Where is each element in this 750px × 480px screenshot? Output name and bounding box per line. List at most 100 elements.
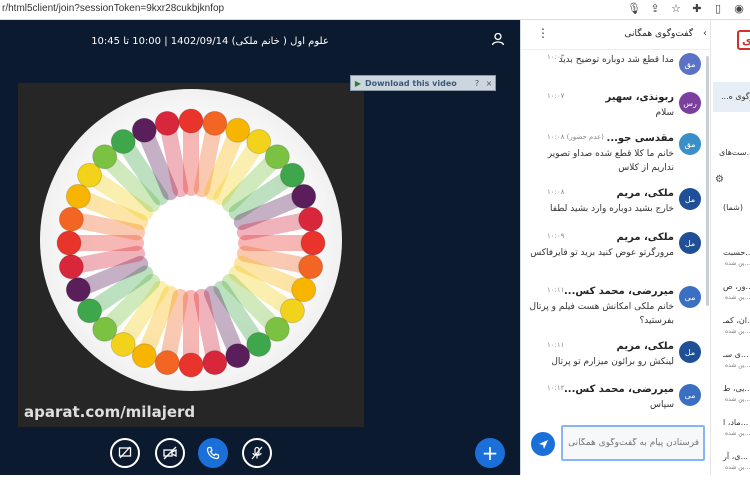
share-icon[interactable]: ⇪ bbox=[648, 2, 662, 15]
message-body: مدا قطع شد دوباره توضیح بدید bbox=[558, 55, 674, 65]
users-toggle-icon[interactable] bbox=[488, 32, 508, 52]
user-list-item-status: ...ین شده bbox=[725, 362, 750, 369]
candy bbox=[178, 352, 204, 378]
user-list-item-status: ...ین شده bbox=[725, 260, 750, 267]
url-text[interactable]: r/html5client/join?sessionToken=9kxr28cu… bbox=[2, 3, 224, 14]
chat-scrollbar[interactable] bbox=[706, 56, 709, 306]
mic-icon[interactable]: 🎙 bbox=[627, 2, 641, 15]
user-list-item-status: ...ین شده bbox=[725, 464, 750, 471]
video-player[interactable]: aparat.com/milajerd bbox=[18, 83, 364, 427]
app-logo: ی bbox=[737, 30, 750, 50]
avatar: مل bbox=[679, 341, 701, 363]
video-watermark: aparat.com/milajerd bbox=[24, 403, 196, 421]
avatar: رس bbox=[679, 92, 701, 114]
candy bbox=[131, 343, 157, 369]
candy bbox=[225, 343, 251, 369]
message-body: خارج بشید دوباره وارد بشید لطفا bbox=[550, 204, 674, 214]
help-icon[interactable]: ? bbox=[471, 79, 483, 88]
sidebar-item-notes-label[interactable]: ...ست‌های bbox=[719, 148, 750, 157]
user-list-item-status: ...ین شده bbox=[725, 430, 750, 437]
message-time: ۱۰:۰۸ bbox=[547, 188, 565, 196]
user-list-item[interactable]: ...ی سـ bbox=[723, 350, 748, 359]
message-sender: ملکی، مریم bbox=[616, 188, 675, 199]
screen-share-icon bbox=[118, 446, 132, 459]
candy bbox=[131, 117, 157, 143]
message-time: ۱۰:۱۲ bbox=[547, 384, 565, 392]
browser-toolbar: 🎙 ⇪ ☆ ✚ ▯ ◉ bbox=[627, 2, 746, 15]
candy bbox=[298, 206, 324, 232]
mic-off-button[interactable] bbox=[242, 438, 272, 468]
candy bbox=[110, 129, 136, 155]
message-body: مرورگرتو عوض کنید برید تو فایرفاکس bbox=[530, 248, 674, 258]
sidebar-item-public-chat-label: گفت‌وگوی ه... bbox=[721, 92, 750, 101]
download-video-bar[interactable]: ▶ Download this video ? × bbox=[350, 75, 496, 91]
user-list-item[interactable]: ...ماد، ا bbox=[723, 418, 748, 427]
candy bbox=[56, 230, 82, 256]
avatar: مل bbox=[679, 188, 701, 210]
avatar: مل bbox=[679, 232, 701, 254]
mic-off-icon bbox=[251, 446, 263, 460]
download-video-link[interactable]: Download this video bbox=[365, 79, 471, 88]
candy bbox=[291, 183, 317, 209]
user-list-item[interactable]: ...ی، آر bbox=[723, 452, 748, 461]
message-sender: میررضی، محمد کس... bbox=[563, 286, 674, 297]
presentation-area: علوم اول ( خانم ملکی) 1402/09/14 | 10:00… bbox=[0, 20, 520, 475]
user-list-item[interactable]: ...ور، ص bbox=[723, 282, 750, 291]
message-time: ۱۰:۱۱ bbox=[547, 341, 565, 349]
profile-icon[interactable]: ◉ bbox=[732, 2, 746, 15]
play-icon: ▶ bbox=[354, 78, 362, 88]
chat-header: ‹ گفت‌وگوی همگانی ⋮ bbox=[521, 20, 711, 50]
user-list-item[interactable]: ...ان، کمـ bbox=[723, 316, 750, 325]
candy bbox=[225, 117, 251, 143]
split-view-icon[interactable]: ▯ bbox=[711, 2, 725, 15]
candy bbox=[154, 110, 180, 136]
message-body: خانم ما کلا قطع شده صداو تصویر نداریم از… bbox=[547, 149, 674, 173]
chevron-left-icon[interactable]: ‹ bbox=[703, 28, 707, 39]
side-navigation: ی گفت‌وگوی ه... ...ست‌های ⚙ (شما) ...حسب… bbox=[710, 20, 750, 475]
candy bbox=[279, 162, 305, 188]
send-icon bbox=[538, 439, 548, 449]
candy bbox=[178, 108, 204, 134]
chat-composer[interactable] bbox=[561, 425, 705, 461]
message-sender: مقدسی جو... bbox=[606, 133, 674, 144]
message-sender: ملکی، مریم bbox=[616, 341, 675, 352]
message-time: ۱۰:۱۱ bbox=[547, 286, 565, 294]
avatar: مق bbox=[679, 53, 701, 75]
close-icon[interactable]: × bbox=[483, 79, 495, 88]
candy bbox=[65, 277, 91, 303]
candy bbox=[202, 110, 228, 136]
current-user-label: (شما) bbox=[723, 203, 744, 212]
actions-plus-button[interactable]: + bbox=[475, 438, 505, 468]
message-sender: میررضی، محمد کس... bbox=[563, 384, 674, 395]
send-button[interactable] bbox=[531, 432, 555, 456]
message-body: خانم ملکی امکانش هست فیلم و پرتال بفرستی… bbox=[529, 302, 674, 326]
message-sender: ملکی، مریم bbox=[616, 232, 675, 243]
candy bbox=[246, 331, 272, 357]
message-time: (عدم حضور) ۱۰:۰۸ bbox=[547, 133, 604, 141]
avatar: مق bbox=[679, 133, 701, 155]
message-sender: ربونذی، سهیر bbox=[605, 92, 675, 103]
message-body: سپاس bbox=[650, 400, 674, 410]
message-body: سلام bbox=[655, 108, 674, 118]
camera-off-icon bbox=[163, 446, 177, 460]
gear-icon[interactable]: ⚙ bbox=[715, 174, 724, 185]
plus-icon: + bbox=[481, 441, 499, 465]
candy bbox=[77, 298, 103, 324]
star-icon[interactable]: ☆ bbox=[669, 2, 683, 15]
candy bbox=[65, 183, 91, 209]
candy bbox=[300, 230, 326, 256]
camera-off-button[interactable] bbox=[155, 438, 185, 468]
phone-button[interactable] bbox=[198, 438, 228, 468]
screen-share-button[interactable] bbox=[110, 438, 140, 468]
message-time: ۱۰:۰۹ bbox=[547, 232, 565, 240]
browser-address-bar[interactable]: r/html5client/join?sessionToken=9kxr28cu… bbox=[0, 0, 750, 20]
extension-icon[interactable]: ✚ bbox=[690, 2, 704, 15]
candy-rainbow-image bbox=[56, 108, 326, 378]
user-list-item[interactable]: ...حسبت bbox=[723, 248, 750, 257]
user-list-item-status: ...ین شده bbox=[725, 396, 750, 403]
chat-message-input[interactable] bbox=[563, 427, 703, 459]
candy bbox=[58, 206, 84, 232]
user-list-item[interactable]: ...یی، ط bbox=[723, 384, 750, 393]
more-options-icon[interactable]: ⋮ bbox=[537, 26, 549, 40]
candy bbox=[202, 350, 228, 376]
